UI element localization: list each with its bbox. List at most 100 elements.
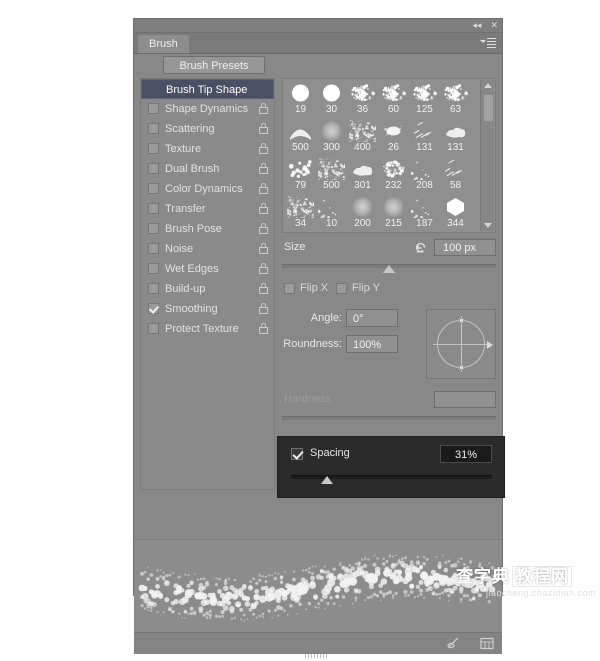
- lock-icon[interactable]: [259, 163, 268, 174]
- scroll-down-icon[interactable]: [484, 223, 492, 228]
- option-checkbox[interactable]: [148, 183, 159, 194]
- lock-icon[interactable]: [259, 263, 268, 274]
- lock-icon[interactable]: [259, 243, 268, 254]
- toggle-brush-panel-icon[interactable]: [480, 637, 494, 653]
- option-row-wet-edges[interactable]: Wet Edges: [141, 259, 274, 279]
- brush-tip-cell[interactable]: 19: [285, 81, 316, 119]
- brush-tip-cell[interactable]: 208: [409, 157, 440, 195]
- brush-tip-cell[interactable]: 125: [409, 81, 440, 119]
- scroll-up-icon[interactable]: [484, 83, 492, 88]
- size-slider[interactable]: [282, 261, 496, 275]
- option-row-brush-pose[interactable]: Brush Pose: [141, 219, 274, 239]
- spacing-slider-knob[interactable]: [321, 476, 333, 484]
- resize-grip[interactable]: [305, 649, 331, 653]
- brush-tip-grid[interactable]: 1930366012563500300400261311317950030123…: [282, 78, 496, 233]
- option-checkbox[interactable]: [148, 323, 159, 334]
- option-row-noise[interactable]: Noise: [141, 239, 274, 259]
- collapse-icon[interactable]: ◂◂: [472, 20, 481, 30]
- option-row-scattering[interactable]: Scattering: [141, 119, 274, 139]
- spacing-input[interactable]: 31%: [440, 445, 492, 463]
- spacing-checkbox[interactable]: [291, 448, 303, 460]
- brush-tip-cell[interactable]: 60: [378, 81, 409, 119]
- option-row-dual-brush[interactable]: Dual Brush: [141, 159, 274, 179]
- brush-tip-thumbnail: [349, 158, 376, 180]
- brush-tip-cell[interactable]: 400: [347, 119, 378, 157]
- brush-tip-cell[interactable]: 344: [440, 195, 471, 233]
- brush-tip-cell[interactable]: 500: [316, 157, 347, 195]
- size-input[interactable]: 100 px: [434, 239, 496, 256]
- option-row-texture[interactable]: Texture: [141, 139, 274, 159]
- brush-tip-cell[interactable]: 30: [316, 81, 347, 119]
- angle-roundness-dial[interactable]: [426, 309, 496, 379]
- brush-tip-cell[interactable]: 301: [347, 157, 378, 195]
- panel-menu-icon[interactable]: [480, 37, 496, 48]
- brush-tip-size: 26: [378, 142, 409, 154]
- option-checkbox[interactable]: [148, 143, 159, 154]
- lock-icon[interactable]: [259, 303, 268, 314]
- lock-icon[interactable]: [259, 203, 268, 214]
- brush-tip-thumbnail: [380, 158, 407, 180]
- option-checkbox[interactable]: [148, 203, 159, 214]
- option-row-shape-dynamics[interactable]: Shape Dynamics: [141, 99, 274, 119]
- brush-tip-cell[interactable]: 187: [409, 195, 440, 233]
- brush-tip-size: 131: [440, 142, 471, 154]
- brush-tip-cell[interactable]: 36: [347, 81, 378, 119]
- brush-grid-scrollbar[interactable]: [480, 80, 494, 231]
- size-slider-knob[interactable]: [383, 265, 395, 273]
- flip-x-checkbox[interactable]: Flip X: [284, 281, 328, 296]
- lock-icon[interactable]: [259, 143, 268, 154]
- brush-tip-size: 125: [409, 104, 440, 116]
- lock-icon[interactable]: [259, 323, 268, 334]
- tab-brush[interactable]: Brush: [138, 35, 189, 53]
- brush-tip-thumbnail: [442, 158, 469, 180]
- flip-y-checkbox[interactable]: Flip Y: [336, 281, 380, 296]
- brush-tip-cell[interactable]: 79: [285, 157, 316, 195]
- brush-tip-cell[interactable]: 200: [347, 195, 378, 233]
- option-row-smoothing[interactable]: Smoothing: [141, 299, 274, 319]
- brush-tip-size: 131: [409, 142, 440, 154]
- brush-tip-cell[interactable]: 58: [440, 157, 471, 195]
- brush-tip-cell[interactable]: 500: [285, 119, 316, 157]
- option-checkbox[interactable]: [148, 303, 159, 314]
- option-row-brush-tip-shape[interactable]: Brush Tip Shape: [141, 79, 274, 99]
- brush-tip-cell[interactable]: 300: [316, 119, 347, 157]
- new-brush-icon[interactable]: [446, 636, 464, 653]
- option-row-build-up[interactable]: Build-up: [141, 279, 274, 299]
- dial-handle-bottom[interactable]: [459, 365, 464, 370]
- lock-icon[interactable]: [259, 223, 268, 234]
- reset-icon[interactable]: [414, 240, 428, 254]
- brush-tip-size: 232: [378, 180, 409, 192]
- lock-icon[interactable]: [259, 283, 268, 294]
- brush-tip-cell[interactable]: 215: [378, 195, 409, 233]
- option-row-protect-texture[interactable]: Protect Texture: [141, 319, 274, 339]
- option-checkbox[interactable]: [148, 243, 159, 254]
- lock-icon[interactable]: [259, 123, 268, 134]
- option-row-transfer[interactable]: Transfer: [141, 199, 274, 219]
- dial-handle-top[interactable]: [459, 318, 464, 323]
- brush-tip-cell[interactable]: 26: [378, 119, 409, 157]
- option-checkbox[interactable]: [148, 263, 159, 274]
- option-checkbox[interactable]: [148, 123, 159, 134]
- brush-tip-size: 500: [316, 180, 347, 192]
- lock-icon[interactable]: [259, 103, 268, 114]
- scrollbar-thumb[interactable]: [483, 94, 494, 122]
- close-icon[interactable]: ✕: [490, 20, 498, 30]
- angle-input[interactable]: 0°: [346, 309, 398, 327]
- roundness-input[interactable]: 100%: [346, 335, 398, 353]
- option-checkbox[interactable]: [148, 103, 159, 114]
- brush-tip-cell[interactable]: 63: [440, 81, 471, 119]
- option-checkbox[interactable]: [148, 283, 159, 294]
- dial-angle-pointer[interactable]: [487, 341, 493, 349]
- option-row-color-dynamics[interactable]: Color Dynamics: [141, 179, 274, 199]
- option-checkbox[interactable]: [148, 163, 159, 174]
- lock-icon[interactable]: [259, 183, 268, 194]
- spacing-slider[interactable]: [291, 472, 492, 486]
- brush-tip-cell[interactable]: 232: [378, 157, 409, 195]
- brush-presets-button[interactable]: Brush Presets: [163, 56, 265, 74]
- option-checkbox[interactable]: [148, 223, 159, 234]
- brush-tip-size: 208: [409, 180, 440, 192]
- brush-tip-cell[interactable]: 34: [285, 195, 316, 233]
- brush-tip-cell[interactable]: 10: [316, 195, 347, 233]
- brush-tip-cell[interactable]: 131: [409, 119, 440, 157]
- brush-tip-cell[interactable]: 131: [440, 119, 471, 157]
